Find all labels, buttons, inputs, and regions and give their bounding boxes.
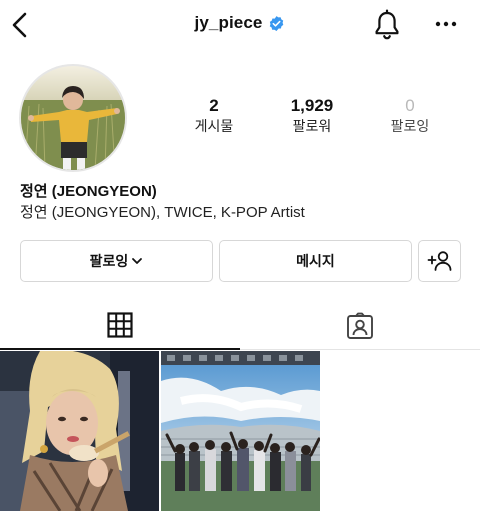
suggest-accounts-button[interactable]: [418, 240, 461, 282]
tagged-person-icon: [347, 312, 373, 339]
notifications-button[interactable]: [372, 9, 402, 41]
post-thumbnail[interactable]: [0, 351, 159, 511]
followers-count[interactable]: 1,929 팔로워: [272, 96, 352, 135]
tab-tagged[interactable]: [240, 302, 480, 350]
more-options-button[interactable]: [432, 14, 460, 34]
posts-grid: [0, 351, 480, 518]
posts-count-value: 2: [209, 96, 219, 115]
grid-icon: [107, 312, 133, 338]
message-button-label: 메시지: [296, 253, 335, 269]
following-button[interactable]: 팔로잉: [20, 240, 213, 282]
message-button[interactable]: 메시지: [219, 240, 412, 282]
bell-icon: [375, 9, 399, 40]
post-thumbnail[interactable]: [161, 351, 320, 511]
followers-count-label: 팔로워: [292, 118, 332, 134]
chevron-down-icon: [132, 258, 143, 264]
username-title: jy_piece: [194, 13, 263, 32]
followers-count-value: 1,929: [290, 96, 334, 115]
tab-posts-grid[interactable]: [0, 302, 240, 350]
profile-stats: 2 게시물 1,929 팔로워 0 팔로잉: [0, 96, 480, 136]
following-count-value: 0: [405, 96, 415, 115]
profile-tabs: [0, 302, 480, 350]
posts-count[interactable]: 2 게시물: [174, 96, 254, 135]
top-navigation-bar: jy_piece: [0, 0, 480, 52]
following-count[interactable]: 0 팔로잉: [370, 96, 450, 135]
following-count-label: 팔로잉: [390, 118, 430, 134]
profile-bio: 정연 (JEONGYEON), TWICE, K-POP Artist: [20, 204, 305, 221]
following-button-label: 팔로잉: [89, 253, 129, 269]
add-person-icon: [427, 251, 451, 271]
verified-badge-icon: [270, 15, 284, 31]
more-horizontal-icon: [435, 21, 457, 27]
username-header: jy_piece: [0, 13, 480, 33]
posts-count-label: 게시물: [194, 118, 234, 134]
profile-name: 정연 (JEONGYEON): [20, 183, 157, 200]
